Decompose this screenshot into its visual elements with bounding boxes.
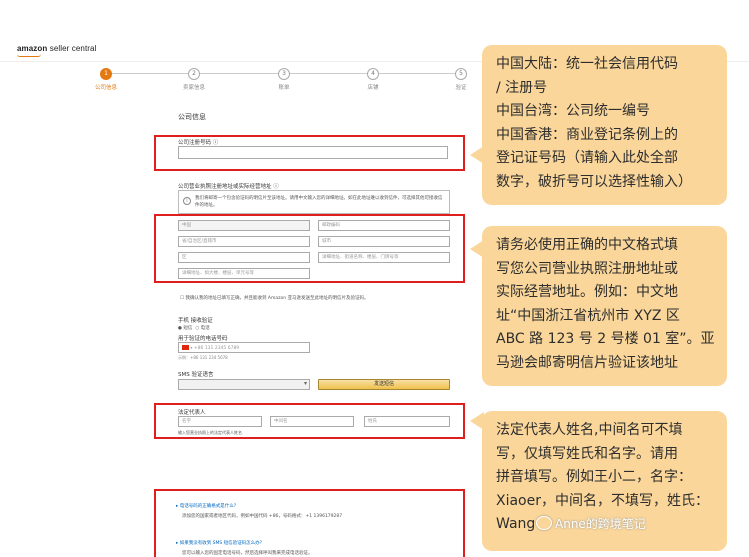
phone-input[interactable]: ▾ +86 131 2345 6789	[178, 342, 310, 353]
highlight-address	[154, 214, 465, 283]
callout-line: 写，仅填写姓氏和名字。请用	[496, 445, 678, 462]
send-sms-button[interactable]: 发送短信	[318, 379, 450, 390]
step-dot: 4	[367, 68, 379, 80]
callout-line: 法定代表人姓名,中间名可不填	[496, 422, 683, 438]
wechat-icon	[536, 516, 552, 530]
callout-line: / 注册号	[496, 79, 548, 96]
radio-call-label: 电话	[200, 326, 210, 331]
step-store: 4 店铺	[357, 66, 389, 91]
step-label: 卖家信息	[182, 85, 205, 91]
callout-line: Xiaoer，中间名，不填写，姓氏：	[496, 492, 709, 509]
callout-line: 址“中国浙江省杭州市 XYZ 区	[496, 307, 680, 324]
step-label: 公司信息	[94, 85, 117, 91]
address-confirm-row[interactable]: ☐ 我确认我的地址已填写正确，并且能收到 Amazon 亚马逊发送至此地址的明信…	[180, 295, 369, 301]
dropdown-arrow-icon: ▾	[190, 345, 193, 350]
radio-call[interactable]: ○ 电话	[195, 326, 209, 331]
callout-reg-no: 中国大陆：统一社会信用代码 / 注册号 中国台湾：公司统一编号 中国香港：商业登…	[482, 45, 727, 205]
step-dot: 2	[188, 68, 200, 80]
logo-amazon-text: amazon	[17, 44, 48, 53]
contact-method-label: 手机 接收验证	[178, 318, 213, 324]
step-company-info: 1 公司信息	[90, 66, 122, 91]
callout-line: 中国香港：商业登记条例上的	[496, 126, 678, 143]
highlight-reg-no	[154, 135, 465, 171]
step-billing: 3 账单	[268, 66, 300, 91]
step-dot: 3	[278, 68, 290, 80]
highlight-legal-rep	[154, 403, 465, 439]
progress-stepper: 1 公司信息 2 卖家信息 3 账单 4 店铺 5 验证	[90, 66, 475, 92]
amazon-smile-icon	[17, 54, 41, 57]
callout-line: 数字，破折号可以选择性输入）	[496, 173, 692, 190]
phone-label: 用于验证的电话号码	[178, 336, 228, 342]
section-title: 公司信息	[178, 113, 206, 121]
send-sms-label: 发送短信	[373, 381, 394, 387]
callout-line: ABC 路 123 号 2 号楼 01 室”。亚	[496, 331, 715, 348]
step-label: 账单	[278, 85, 290, 91]
phone-placeholder: +86 131 2345 6789	[193, 346, 240, 351]
radio-sms[interactable]: ● 短信	[178, 326, 192, 331]
radio-sms-label: 短信	[183, 326, 193, 331]
contact-method-radios: ● 短信 ○ 电话	[178, 325, 210, 331]
step-label: 验证	[455, 85, 467, 91]
step-seller-info: 2 卖家信息	[178, 66, 210, 91]
highlight-faq	[154, 489, 465, 557]
callout-line: 登记证号码（请输入此处全部	[496, 150, 678, 167]
logo-rest-text: seller central	[47, 44, 97, 53]
address-info-text: 我们将邮寄一个包含验证码的明信片至该地址。请用中文输入您的详细地址。如在此地址难…	[195, 196, 443, 208]
callout-line: 请务必使用正确的中文格式填	[496, 237, 678, 253]
info-icon: i	[183, 197, 191, 205]
callout-line: 拼音填写。例如王小二，名字：	[496, 469, 692, 486]
callout-line: 马逊会邮寄明信片验证该地址	[496, 354, 678, 371]
callout-line: 写您公司营业执照注册地址或	[496, 260, 678, 277]
address-confirm-text: 我确认我的地址已填写正确，并且能收到 Amazon 亚马逊发送至此地址的明信片及…	[185, 296, 369, 301]
step-dot: 1	[100, 68, 112, 80]
step-dot: 5	[455, 68, 467, 80]
address-label: 公司营业执照注册地址或实际经营地址 ⓘ	[178, 184, 279, 190]
step-label: 店铺	[367, 85, 379, 91]
watermark-text: Anne的跨境笔记	[555, 517, 646, 531]
callout-address: 请务必使用正确的中文格式填 写您公司营业执照注册地址或 实际经营地址。例如：中文…	[482, 226, 727, 386]
step-verification: 5 验证	[445, 66, 477, 91]
address-info-box: i 我们将邮寄一个包含验证码的明信片至该地址。请用中文输入您的详细地址。如在此地…	[178, 190, 450, 214]
callout-line: 中国台湾：公司统一编号	[496, 103, 650, 120]
sms-language-select[interactable]	[178, 379, 310, 390]
sms-language-label: SMS 验证语言	[178, 372, 214, 378]
callout-line: 实际经营地址。例如：中文地	[496, 284, 678, 301]
phone-example: 示例：+86 131 234 5678	[178, 355, 228, 360]
callout-line: 中国大陆：统一社会信用代码	[496, 56, 678, 72]
amazon-seller-central-logo[interactable]: amazon seller central	[17, 44, 96, 53]
china-flag-icon	[182, 345, 189, 350]
